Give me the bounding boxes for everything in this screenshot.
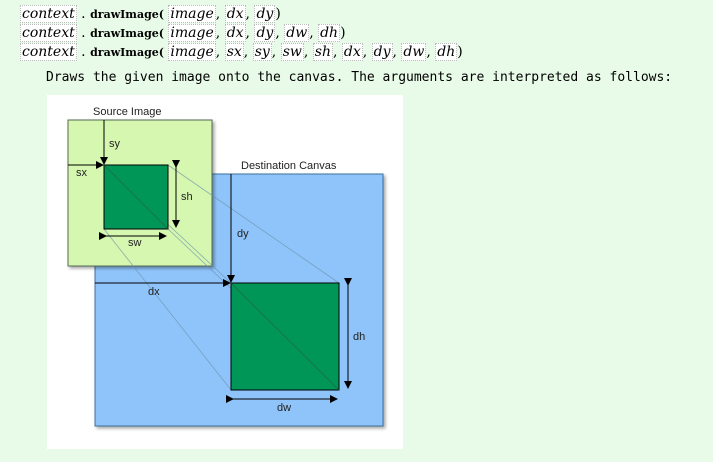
sig-dot: . [81, 44, 86, 60]
sig-arg: sy [252, 43, 272, 61]
sig-arg: image [168, 43, 216, 61]
sig-arg: image [168, 24, 216, 42]
dw-label: dw [277, 402, 291, 414]
sw-label: sw [128, 237, 142, 249]
sig-dot: . [81, 6, 86, 22]
sig-arg: image [168, 5, 216, 23]
sx-label: sx [76, 167, 88, 179]
sig-method: drawImage( [90, 46, 164, 59]
signature-2: context . drawImage( image, dx, dy, dw, … [20, 24, 346, 42]
sig-arg: dy [371, 43, 393, 61]
sh-label: sh [181, 191, 193, 203]
sig-method: drawImage( [90, 27, 164, 40]
source-label: Source Image [93, 106, 161, 118]
sig-arg: dy [254, 5, 276, 23]
sig-context: context [20, 43, 77, 61]
dx-label: dx [148, 286, 160, 298]
sig-close: ) [457, 44, 463, 60]
sig-context: context [20, 5, 77, 23]
sig-arg: dx [341, 43, 363, 61]
description-text: Draws the given image onto the canvas. T… [46, 70, 673, 85]
sig-arg: sh [312, 43, 333, 61]
sig-arg: dx [224, 5, 246, 23]
signature-1: context . drawImage( image, dx, dy) [20, 5, 281, 23]
sy-label: sy [109, 138, 121, 150]
sig-arg: dw [401, 43, 427, 61]
dy-label: dy [237, 228, 249, 240]
sig-arg: dh [318, 24, 341, 42]
sig-arg: dh [435, 43, 458, 61]
sig-arg: dx [224, 24, 246, 42]
sig-method: drawImage( [90, 8, 164, 21]
diagram-svg: Destination Canvas Source Image sy sx sh… [67, 106, 384, 427]
sig-dot: . [81, 25, 86, 41]
sig-close: ) [275, 6, 281, 22]
sig-context: context [20, 24, 77, 42]
drawimage-diagram: Destination Canvas Source Image sy sx sh… [47, 95, 403, 449]
dh-label: dh [353, 331, 365, 343]
sig-close: ) [340, 25, 346, 41]
sig-arg: sx [224, 43, 244, 61]
destination-label: Destination Canvas [241, 160, 337, 172]
sig-arg: dw [284, 24, 310, 42]
sig-arg: sw [280, 43, 304, 61]
sig-arg: dy [254, 24, 276, 42]
signature-3: context . drawImage( image, sx, sy, sw, … [20, 43, 463, 61]
